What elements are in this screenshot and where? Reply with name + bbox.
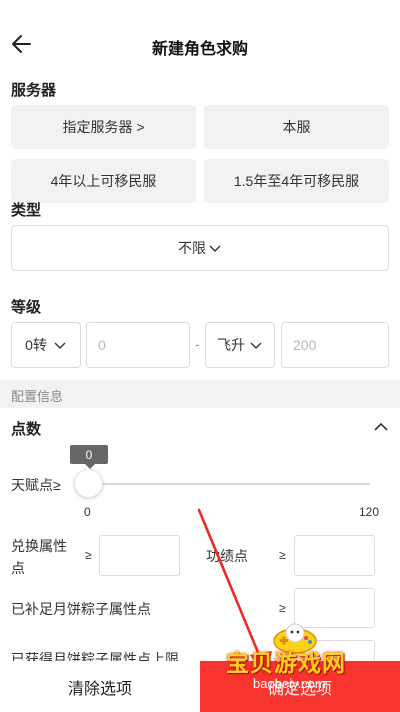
- talent-points-label: 天赋点≥: [11, 477, 61, 493]
- merit-points-operator: ≥: [279, 548, 286, 562]
- max-turn-select[interactable]: 飞升: [205, 322, 275, 368]
- exchange-points-label-line1: 兑换属性: [11, 538, 67, 554]
- level-section-label: 等级: [11, 299, 42, 316]
- talent-slider-thumb[interactable]: [74, 469, 103, 498]
- header-bar: 新建角色求购: [0, 0, 400, 76]
- type-section-label: 类型: [11, 202, 42, 219]
- mooncake-points-input[interactable]: [294, 588, 375, 628]
- talent-slider-track[interactable]: [88, 483, 370, 485]
- mooncake-limit-input[interactable]: [294, 640, 375, 662]
- merit-points-label: 功绩点: [206, 548, 248, 564]
- mooncake-points-operator: ≥: [279, 601, 286, 615]
- server-option-specify[interactable]: 指定服务器 >: [11, 105, 196, 149]
- chevron-down-icon: [209, 245, 221, 252]
- clear-options-button[interactable]: 清除选项: [0, 661, 200, 712]
- min-turn-select[interactable]: 0转: [11, 322, 81, 368]
- confirm-options-button[interactable]: 确定选项: [200, 661, 400, 712]
- exchange-points-operator: ≥: [85, 548, 92, 562]
- config-section-label: 配置信息: [11, 389, 64, 404]
- slider-min-label: 0: [84, 505, 91, 519]
- chevron-down-icon: [250, 342, 262, 349]
- min-level-input[interactable]: 0: [86, 322, 190, 368]
- level-range-separator: -: [195, 336, 200, 352]
- points-section-label: 点数: [11, 421, 42, 438]
- chevron-up-icon[interactable]: [372, 418, 390, 436]
- max-level-input[interactable]: 200: [281, 322, 389, 368]
- server-option-same[interactable]: 本服: [204, 105, 389, 149]
- config-section-bar: 配置信息: [0, 380, 400, 408]
- exchange-points-input[interactable]: [99, 535, 180, 576]
- slider-value-tooltip: 0: [70, 445, 108, 464]
- chevron-down-icon: [54, 342, 66, 349]
- merit-points-input[interactable]: [294, 535, 375, 576]
- page-title: 新建角色求购: [151, 41, 248, 58]
- exchange-points-label-line2: 点: [11, 560, 25, 576]
- max-turn-value: 飞升: [217, 337, 245, 353]
- type-select[interactable]: 不限: [11, 225, 389, 271]
- server-section-label: 服务器: [11, 82, 57, 99]
- type-select-value: 不限: [178, 240, 206, 256]
- min-turn-value: 0转: [25, 337, 47, 353]
- server-option-4yr-plus[interactable]: 4年以上可移民服: [11, 159, 196, 203]
- server-option-1-5-to-4yr[interactable]: 1.5年至4年可移民服: [204, 159, 389, 203]
- slider-max-label: 120: [359, 505, 380, 519]
- confirm-options-label: 确定选项: [267, 680, 332, 698]
- mooncake-points-label: 已补足月饼粽子属性点: [11, 601, 151, 617]
